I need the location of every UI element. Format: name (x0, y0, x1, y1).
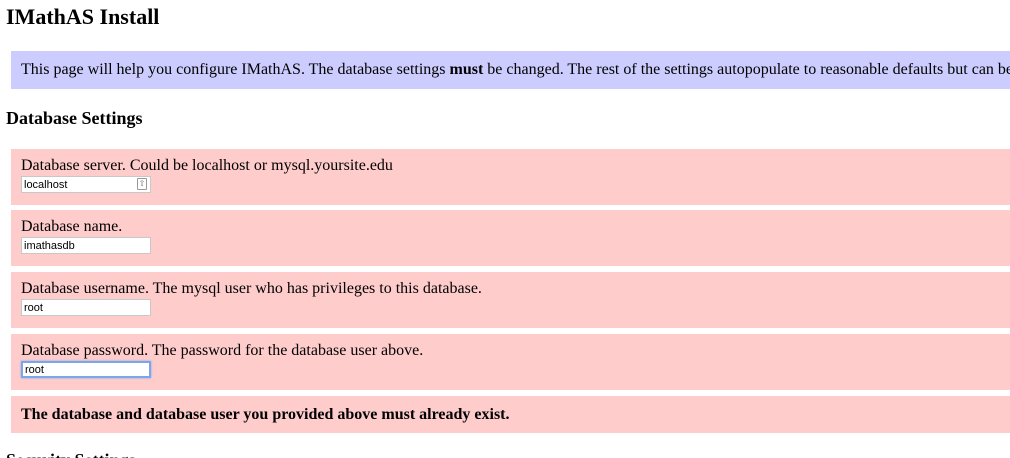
db-server-input[interactable] (21, 176, 151, 193)
db-name-label: Database name. (21, 218, 123, 235)
page-title: IMathAS Install (6, 4, 160, 29)
setting-db-password: Database password. The password for the … (11, 334, 1010, 390)
intro-text-bold: must (449, 61, 484, 78)
setting-db-name: Database name. (11, 210, 1010, 266)
db-server-label: Database server. Could be localhost or m… (21, 157, 393, 174)
intro-text-start: This page will help you configure IMathA… (21, 61, 450, 78)
db-username-label: Database username. The mysql user who ha… (21, 280, 482, 297)
key-icon[interactable]: ⇧ (137, 178, 147, 190)
setting-db-server: Database server. Could be localhost or m… (11, 149, 1010, 205)
db-password-label: Database password. The password for the … (21, 342, 424, 359)
db-username-input[interactable] (21, 299, 151, 316)
section-heading-database: Database Settings (6, 108, 143, 128)
db-password-input[interactable] (21, 361, 151, 378)
db-exist-note: The database and database user you provi… (11, 396, 1010, 433)
section-heading-security: Security Settings (6, 450, 136, 458)
db-server-input-wrap: ⇧ (21, 176, 151, 193)
intro-banner: This page will help you configure IMathA… (11, 51, 1010, 89)
install-page: IMathAS Install This page will help you … (0, 0, 1010, 458)
intro-text-end: be changed. The rest of the settings aut… (483, 61, 1010, 78)
setting-db-username: Database username. The mysql user who ha… (11, 272, 1010, 328)
db-name-input[interactable] (21, 237, 151, 254)
